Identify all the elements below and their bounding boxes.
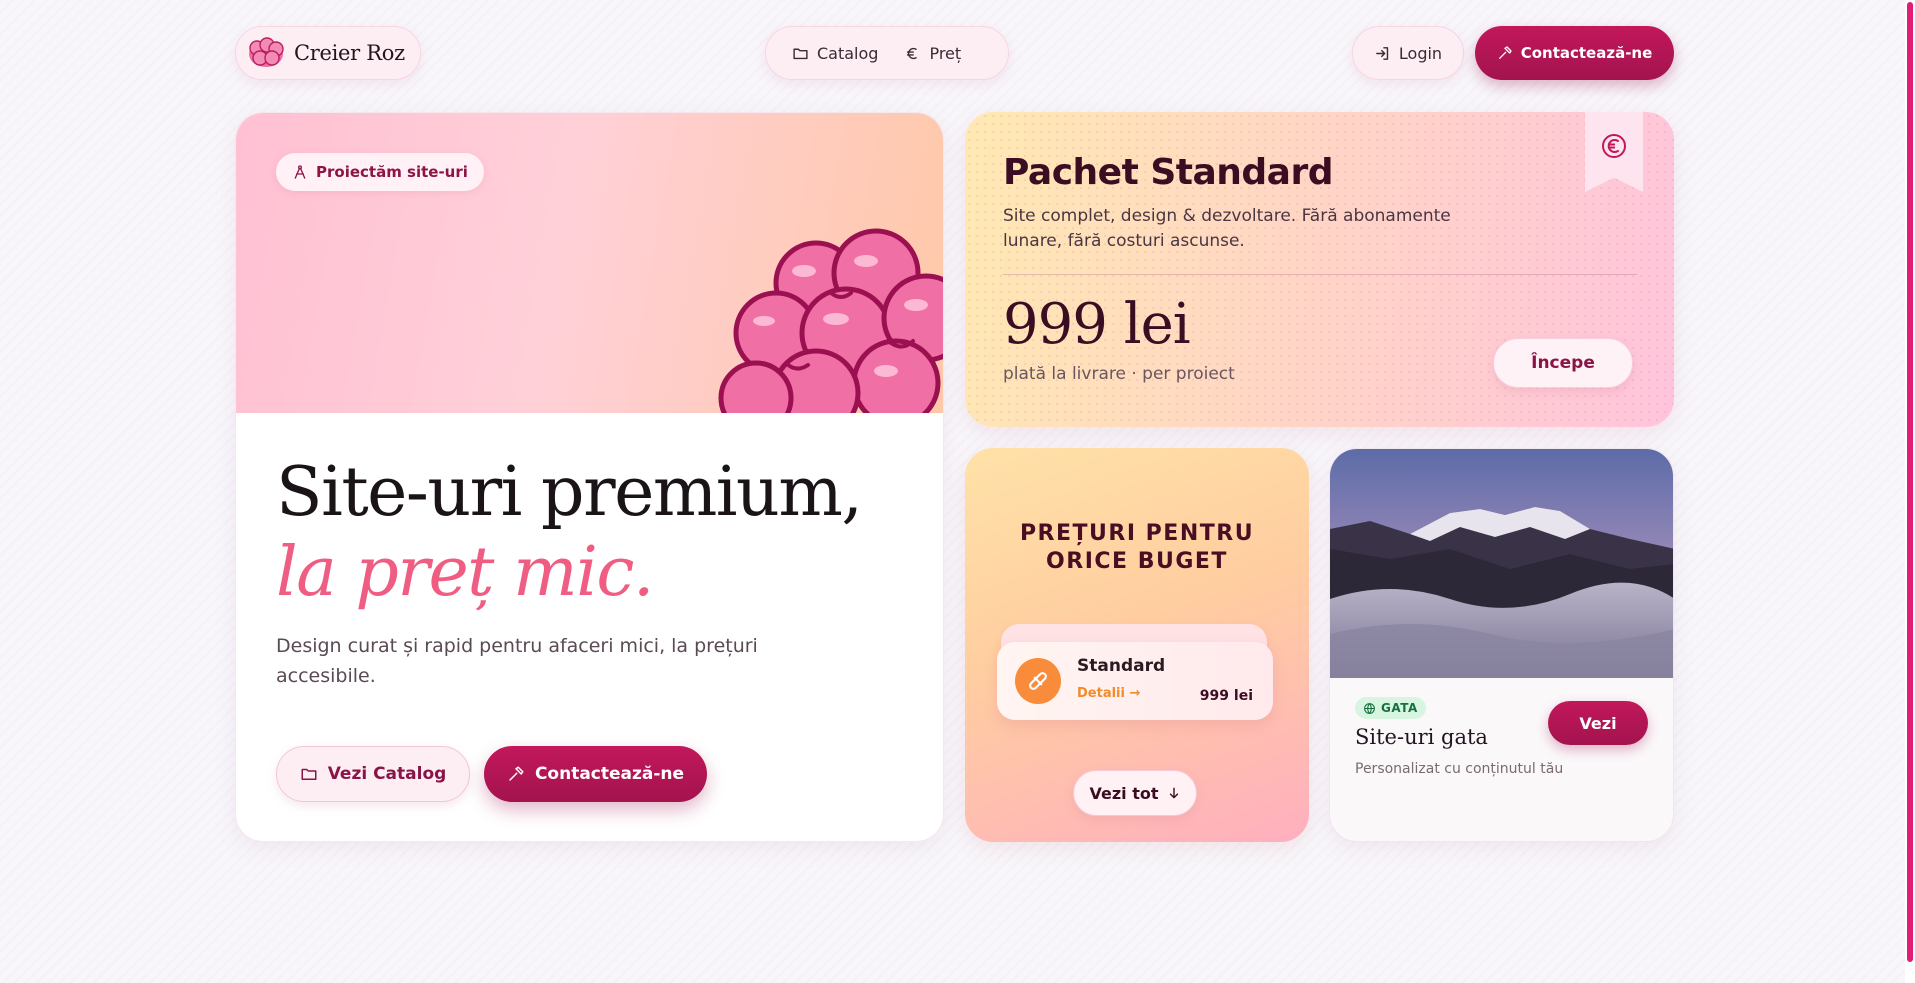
price-item-standard[interactable]: Standard Detalii → 999 lei xyxy=(997,642,1273,720)
package-description: Site complet, design & dezvoltare. Fără … xyxy=(1003,206,1451,251)
view-catalog-button[interactable]: Vezi Catalog xyxy=(276,746,470,802)
nav-price-label: Preț xyxy=(929,43,962,63)
hero-card: Proiectăm site-uri Site-uri premium, la … xyxy=(235,112,944,842)
arrow-down-icon xyxy=(1169,787,1178,799)
hero-banner: Proiectăm site-uri xyxy=(236,113,943,413)
hero-badge-label: Proiectăm site-uri xyxy=(316,163,468,181)
package-title: Pachet Standard xyxy=(1003,152,1333,193)
login-label: Login xyxy=(1398,43,1443,63)
ready-subtitle: Personalizat cu conținutul tău xyxy=(1355,761,1564,777)
package-note: plată la livrare · per proiect xyxy=(1003,364,1235,384)
mountain-image xyxy=(1330,449,1673,678)
hero-title: Site-uri premium, xyxy=(276,453,863,532)
start-button[interactable]: Începe xyxy=(1493,338,1633,388)
hammer-icon xyxy=(1498,46,1512,59)
price-item-name: Standard xyxy=(1077,656,1166,676)
view-button[interactable]: Vezi xyxy=(1548,701,1648,745)
status-badge: GATA xyxy=(1355,697,1426,719)
package-card: Pachet Standard Site complet, design & d… xyxy=(965,112,1674,427)
hero-title-accent: la preț mic. xyxy=(276,533,655,612)
see-all-label: Vezi tot xyxy=(1089,783,1159,803)
pill-icon xyxy=(1015,658,1061,704)
contact-button-header[interactable]: Contactează-ne xyxy=(1475,26,1674,80)
folder-icon xyxy=(301,768,317,780)
brain-illustration xyxy=(718,228,943,413)
see-all-button[interactable]: Vezi tot xyxy=(1073,770,1197,816)
contact-label-hero: Contactează-ne xyxy=(534,764,685,784)
euro-coin-icon xyxy=(1602,134,1626,158)
folder-icon xyxy=(793,48,808,59)
globe-icon xyxy=(1364,702,1375,714)
brand-name: Creier Roz xyxy=(294,41,405,65)
brain-logo-icon xyxy=(249,37,284,67)
nav-price[interactable]: Preț xyxy=(904,44,961,63)
ready-title: Site-uri gata xyxy=(1355,725,1488,749)
nav-catalog-label: Catalog xyxy=(817,43,879,63)
hero-badge: Proiectăm site-uri xyxy=(276,153,484,191)
prices-title-line2: ORICE BUGET xyxy=(1046,549,1228,574)
price-item-price: 999 lei xyxy=(1199,688,1253,704)
compass-icon xyxy=(294,165,306,179)
euro-ribbon xyxy=(1585,112,1643,192)
top-nav: Catalog Preț xyxy=(765,26,1009,80)
nav-catalog[interactable]: Catalog xyxy=(792,44,878,63)
package-price: 999 lei xyxy=(1003,292,1191,357)
euro-icon xyxy=(907,47,918,59)
prices-title-line1: PREȚURI PENTRU xyxy=(1019,521,1255,546)
login-icon xyxy=(1376,46,1389,60)
hero-subtitle: Design curat și rapid pentru afaceri mic… xyxy=(276,635,758,687)
brand-logo[interactable]: Creier Roz xyxy=(235,26,421,80)
login-button[interactable]: Login xyxy=(1352,26,1464,80)
status-badge-label: GATA xyxy=(1381,701,1418,715)
ready-sites-card: GATA Site-uri gata Personalizat cu conți… xyxy=(1329,448,1674,842)
contact-label-header: Contactează-ne xyxy=(1520,44,1653,62)
prices-card: PREȚURI PENTRU ORICE BUGET Standard Deta… xyxy=(965,448,1309,842)
contact-button-hero[interactable]: Contactează-ne xyxy=(484,746,707,802)
scrollbar-thumb[interactable] xyxy=(1907,2,1913,962)
prices-title: PREȚURI PENTRU ORICE BUGET xyxy=(965,520,1309,576)
divider xyxy=(1003,274,1637,275)
details-link[interactable]: Detalii → xyxy=(1077,686,1140,701)
view-catalog-label: Vezi Catalog xyxy=(327,764,447,784)
hammer-icon xyxy=(509,766,524,781)
scrollbar[interactable] xyxy=(1905,0,1915,983)
